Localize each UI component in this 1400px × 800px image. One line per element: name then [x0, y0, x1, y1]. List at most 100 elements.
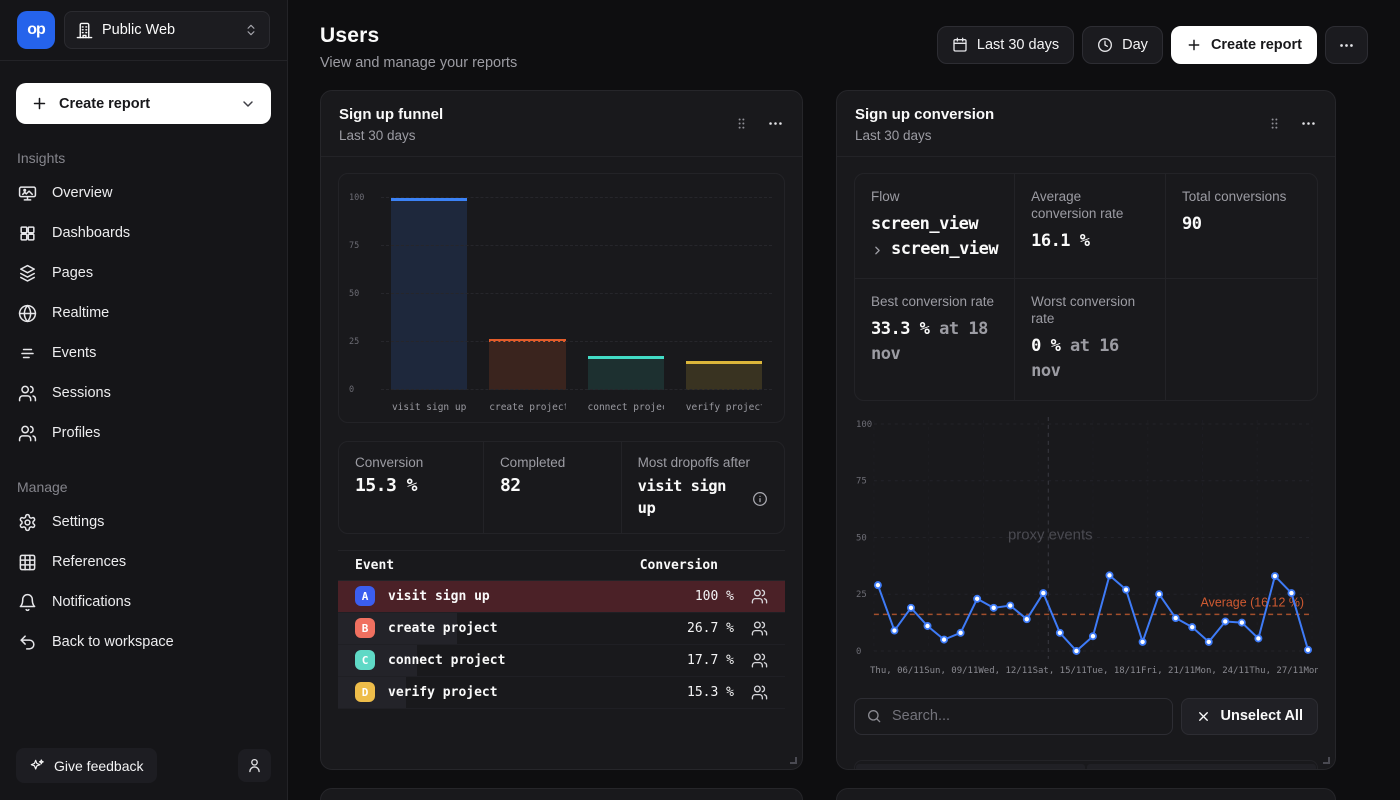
create-report-button-sidebar[interactable]: Create report: [16, 83, 271, 124]
data-point[interactable]: [1040, 590, 1046, 596]
sidebar-item-references[interactable]: References: [0, 542, 287, 582]
data-point[interactable]: [1139, 638, 1145, 644]
undo-icon: [18, 633, 37, 652]
users-icon[interactable]: [751, 620, 768, 637]
data-point[interactable]: [1206, 638, 1212, 644]
interval-button[interactable]: Day: [1082, 26, 1163, 64]
funnel-stats-panel: Conversion 15.3 % Completed 82 Most drop…: [338, 441, 785, 534]
data-point[interactable]: [958, 629, 964, 635]
more-options-button[interactable]: [1325, 26, 1368, 64]
sidebar-item-settings[interactable]: Settings: [0, 502, 287, 542]
event-label: create project: [388, 621, 498, 636]
stat-value: screen_view screen_view: [871, 212, 998, 263]
drag-handle-icon[interactable]: [734, 116, 749, 131]
card-subtitle: Last 30 days: [855, 128, 994, 143]
funnel-bar-chart[interactable]: 0255075100 visit sign upcreate projectco…: [338, 173, 785, 423]
data-point[interactable]: [1090, 633, 1096, 639]
sidebar-top: op Public Web: [0, 0, 287, 61]
give-feedback-label: Give feedback: [54, 758, 144, 774]
data-point[interactable]: [1305, 646, 1311, 652]
event-label: verify project: [388, 685, 498, 700]
stat-label: Best conversion rate: [871, 294, 998, 311]
sidebar-item-events[interactable]: Events: [0, 333, 287, 373]
data-point[interactable]: [974, 595, 980, 601]
drag-handle-icon[interactable]: [1267, 116, 1282, 131]
close-icon: [1196, 709, 1211, 724]
y-axis-tick: 25: [349, 337, 375, 347]
event-column-header: Event: [355, 558, 394, 573]
sidebar-item-label: Settings: [52, 514, 104, 530]
data-point[interactable]: [1239, 619, 1245, 625]
card-resize-handle[interactable]: [1323, 757, 1330, 764]
data-point[interactable]: [891, 627, 897, 633]
data-point[interactable]: [1173, 615, 1179, 621]
building-icon: [76, 22, 93, 39]
data-point[interactable]: [1189, 624, 1195, 630]
page-subtitle: View and manage your reports: [320, 55, 517, 71]
data-point[interactable]: [1288, 590, 1294, 596]
date-range-button[interactable]: Last 30 days: [937, 26, 1074, 64]
users-icon[interactable]: [751, 588, 768, 605]
data-point[interactable]: [1073, 648, 1079, 654]
main-area: Users View and manage your reports Last …: [288, 0, 1400, 800]
data-point[interactable]: [908, 604, 914, 610]
give-feedback-button[interactable]: Give feedback: [16, 748, 157, 783]
data-point[interactable]: [991, 604, 997, 610]
header-actions: Last 30 days Day Create report: [937, 26, 1368, 64]
sidebar-item-sessions[interactable]: Sessions: [0, 373, 287, 413]
data-point[interactable]: [1222, 618, 1228, 624]
calendar-icon: [952, 37, 968, 53]
ellipsis-icon: [1338, 37, 1355, 54]
report-cards-grid: Sign up funnel Last 30 days 0255075100 v…: [288, 90, 1400, 800]
search-input[interactable]: [854, 698, 1173, 735]
sidebar-item-realtime[interactable]: Realtime: [0, 293, 287, 333]
conversion-stat: Conversion 15.3 %: [339, 442, 484, 533]
date-range-label: Last 30 days: [977, 37, 1059, 53]
table-row[interactable]: A visit sign up 100 %: [338, 581, 785, 613]
data-point[interactable]: [1106, 572, 1112, 578]
users-icon[interactable]: [751, 652, 768, 669]
data-point[interactable]: [1123, 586, 1129, 592]
conversion-line-chart[interactable]: 0255075100proxy eventsAverage (16.12 %) …: [854, 414, 1318, 676]
data-point[interactable]: [1156, 591, 1162, 597]
data-point[interactable]: [941, 636, 947, 642]
funnel-bar[interactable]: [686, 361, 762, 390]
table-row[interactable]: C connect project 17.7 %: [338, 645, 785, 677]
gridline: [381, 245, 772, 246]
sidebar-item-back-to-workspace[interactable]: Back to workspace: [0, 622, 287, 662]
data-point[interactable]: [1272, 573, 1278, 579]
create-report-button-header[interactable]: Create report: [1171, 26, 1317, 64]
users-icon[interactable]: [751, 684, 768, 701]
x-axis-tick: Mon, 01/12: [1304, 666, 1319, 676]
card-resize-handle[interactable]: [790, 757, 797, 764]
funnel-bar[interactable]: [391, 198, 467, 390]
data-point[interactable]: [1024, 616, 1030, 622]
funnel-bar[interactable]: [489, 339, 565, 390]
card-menu-icon[interactable]: [1300, 115, 1317, 132]
conversion-column-header: Conversion: [640, 558, 768, 573]
chevron-down-icon[interactable]: [240, 96, 256, 112]
sidebar-item-pages[interactable]: Pages: [0, 253, 287, 293]
data-point[interactable]: [875, 582, 881, 588]
worst-rate-stat: Worst conversion rate 0 % at 16 nov: [1015, 279, 1166, 400]
y-axis-tick: 25: [856, 590, 867, 600]
users-icon: [18, 424, 37, 443]
workspace-label: Public Web: [102, 22, 175, 38]
unselect-all-button[interactable]: Unselect All: [1181, 698, 1318, 735]
info-icon[interactable]: [752, 491, 768, 507]
card-menu-icon[interactable]: [767, 115, 784, 132]
sidebar-item-notifications[interactable]: Notifications: [0, 582, 287, 622]
sidebar-item-overview[interactable]: Overview: [0, 173, 287, 213]
data-point[interactable]: [1255, 635, 1261, 641]
sidebar-item-dashboards[interactable]: Dashboards: [0, 213, 287, 253]
user-avatar-button[interactable]: [238, 749, 271, 782]
y-axis-tick: 100: [856, 420, 872, 430]
data-point[interactable]: [1057, 629, 1063, 635]
sidebar-item-profiles[interactable]: Profiles: [0, 413, 287, 453]
table-row[interactable]: B create project 26.7 %: [338, 613, 785, 645]
data-point[interactable]: [1007, 602, 1013, 608]
funnel-bar[interactable]: [588, 356, 664, 390]
workspace-selector[interactable]: Public Web: [64, 11, 270, 49]
table-row[interactable]: D verify project 15.3 %: [338, 677, 785, 709]
data-point[interactable]: [924, 623, 930, 629]
